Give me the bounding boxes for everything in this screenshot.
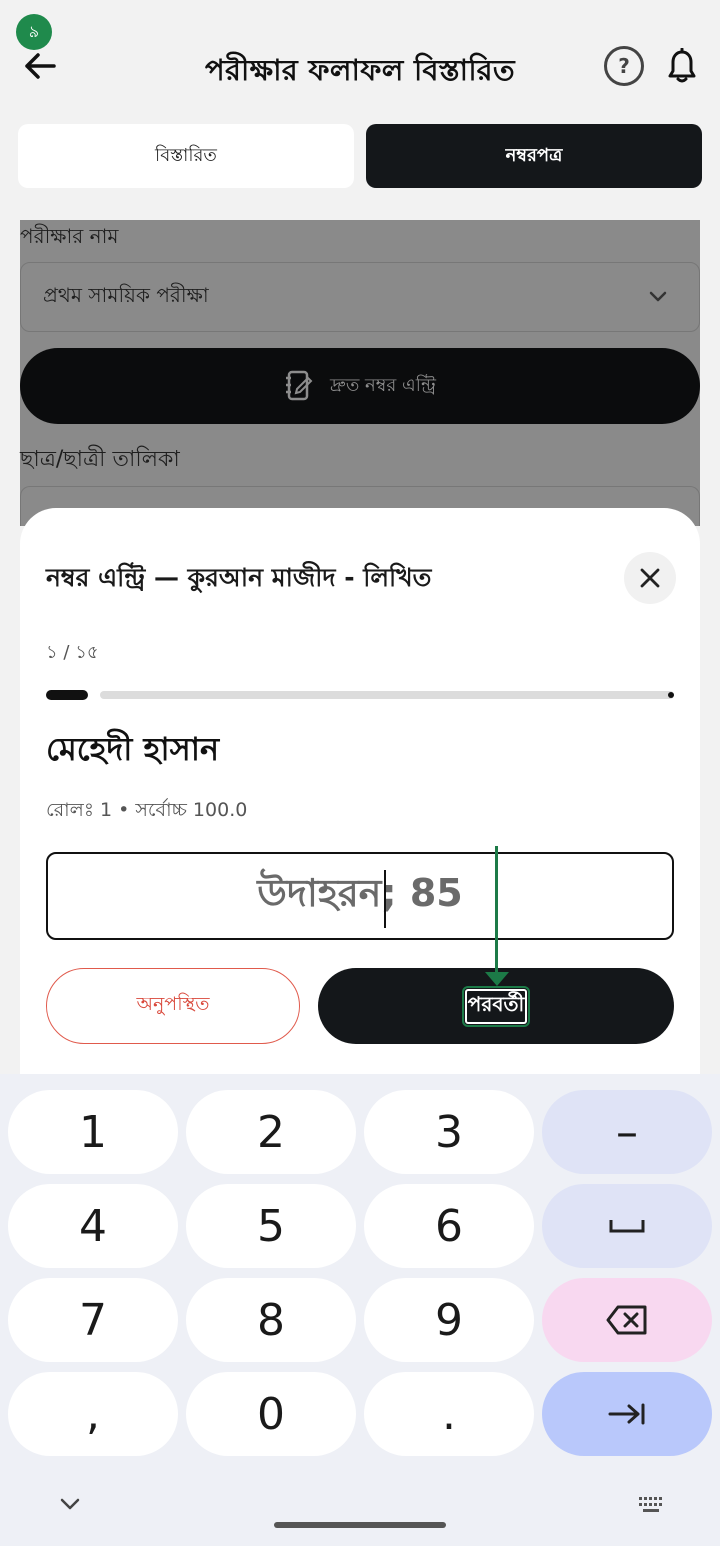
keyboard-switch-icon[interactable] bbox=[638, 1496, 664, 1514]
key-8[interactable]: 8 bbox=[186, 1278, 356, 1362]
key-3[interactable]: 3 bbox=[364, 1090, 534, 1174]
next-label: পরবর্তী bbox=[461, 985, 531, 1027]
app-bar: পরীক্ষার ফলাফল বিস্তারিত ? bbox=[0, 30, 720, 102]
keyboard-collapse-icon[interactable] bbox=[56, 1494, 84, 1514]
progress-remaining bbox=[100, 691, 674, 699]
key-7[interactable]: 7 bbox=[8, 1278, 178, 1362]
notifications-button[interactable] bbox=[662, 44, 702, 88]
bell-icon bbox=[668, 48, 696, 83]
key-1[interactable]: 1 bbox=[8, 1090, 178, 1174]
tab-arrow-icon bbox=[608, 1403, 645, 1425]
key-tab-next[interactable] bbox=[542, 1372, 712, 1456]
marks-input-placeholder: উদাহরন; 85 bbox=[257, 871, 463, 915]
progress-end-dot bbox=[668, 692, 674, 698]
help-button[interactable]: ? bbox=[604, 46, 644, 86]
exam-select[interactable]: প্রথম সাময়িক পরীক্ষা bbox=[20, 262, 700, 332]
marks-input[interactable]: উদাহরন; 85 bbox=[46, 852, 674, 940]
key-9[interactable]: 9 bbox=[364, 1278, 534, 1362]
key-period[interactable]: . bbox=[364, 1372, 534, 1456]
notebook-edit-icon bbox=[286, 370, 313, 401]
student-list-label: ছাত্র/ছাত্রী তালিকা bbox=[20, 447, 180, 472]
marks-entry-sheet: নম্বর এন্ট্রি — কুরআন মাজীদ - লিখিত ১ / … bbox=[20, 508, 700, 1078]
close-icon bbox=[640, 568, 660, 588]
key-0[interactable]: 0 bbox=[186, 1372, 356, 1456]
key-minus[interactable]: – bbox=[542, 1090, 712, 1174]
progress-counter: ১ / ১৫ bbox=[46, 642, 99, 663]
student-meta: রোলঃ 1 • সর্বোচ্চ 100.0 bbox=[46, 799, 248, 821]
sheet-title: নম্বর এন্ট্রি — কুরআন মাজীদ - লিখিত bbox=[46, 563, 432, 592]
quick-entry-button[interactable]: দ্রুত নম্বর এন্ট্রি bbox=[20, 348, 700, 424]
pointer-arrow-head bbox=[485, 972, 509, 986]
absent-label: অনুপস্থিত bbox=[136, 993, 210, 1015]
segmented-tabs: বিস্তারিত নম্বরপত্র bbox=[18, 124, 702, 188]
question-icon: ? bbox=[618, 54, 630, 78]
progress-fill bbox=[46, 690, 88, 700]
key-5[interactable]: 5 bbox=[186, 1184, 356, 1268]
chevron-down-icon bbox=[649, 291, 667, 302]
progress-bar bbox=[46, 690, 674, 700]
exam-name-label: পরীক্ষার নাম bbox=[20, 224, 119, 248]
key-space[interactable] bbox=[542, 1184, 712, 1268]
home-indicator bbox=[274, 1522, 446, 1528]
tab-marksheet[interactable]: নম্বরপত্র bbox=[366, 124, 702, 188]
backspace-icon bbox=[606, 1305, 647, 1335]
space-icon bbox=[609, 1220, 645, 1233]
text-caret bbox=[384, 870, 386, 928]
pointer-arrow-line bbox=[495, 846, 498, 976]
key-backspace[interactable] bbox=[542, 1278, 712, 1362]
key-6[interactable]: 6 bbox=[364, 1184, 534, 1268]
numeric-keyboard: 1 2 3 – 4 5 6 7 8 9 , 0 . bbox=[0, 1074, 720, 1546]
key-comma[interactable]: , bbox=[8, 1372, 178, 1456]
close-button[interactable] bbox=[624, 552, 676, 604]
key-2[interactable]: 2 bbox=[186, 1090, 356, 1174]
exam-select-value: প্রথম সাময়িক পরীক্ষা bbox=[43, 282, 209, 307]
absent-button[interactable]: অনুপস্থিত bbox=[46, 968, 300, 1044]
quick-entry-label: দ্রুত নম্বর এন্ট্রি bbox=[330, 374, 436, 396]
student-name: মেহেদী হাসান bbox=[46, 730, 220, 768]
tab-details[interactable]: বিস্তারিত bbox=[18, 124, 354, 188]
key-4[interactable]: 4 bbox=[8, 1184, 178, 1268]
